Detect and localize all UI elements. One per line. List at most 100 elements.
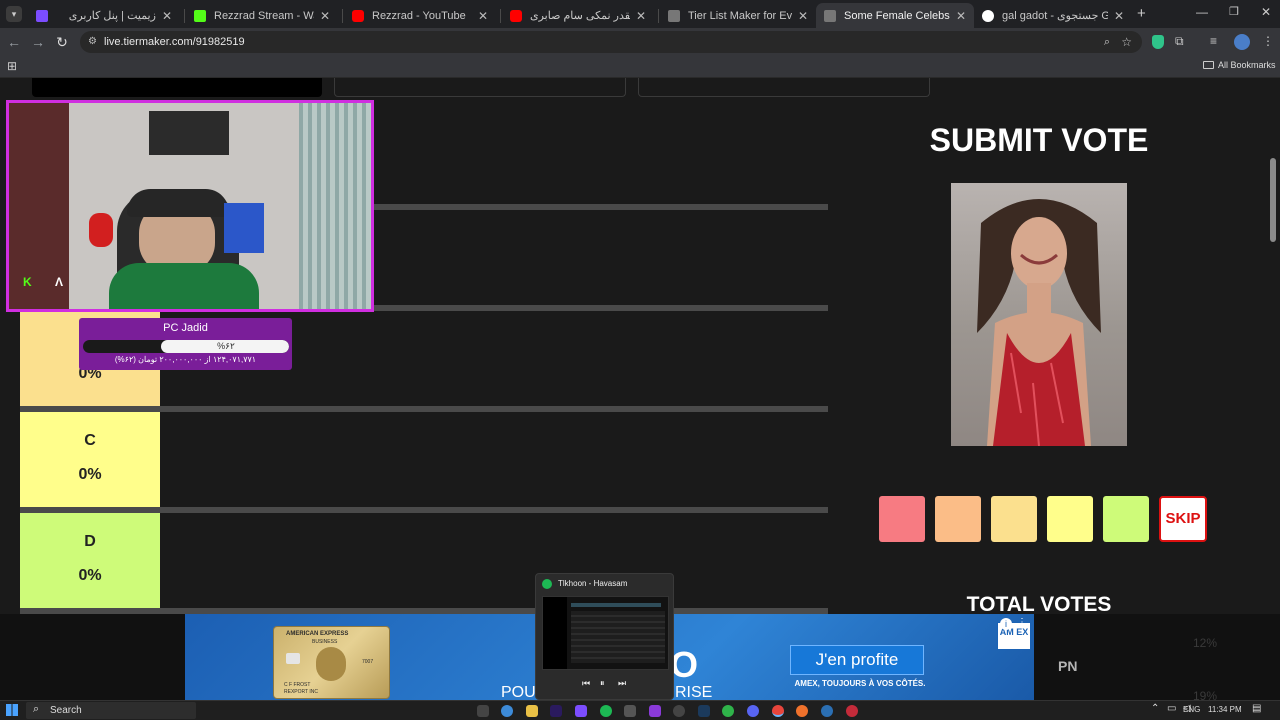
- discord-icon[interactable]: [747, 705, 759, 717]
- google-icon: [982, 9, 994, 22]
- skip-button[interactable]: SKIP: [1159, 496, 1207, 542]
- close-tab-icon[interactable]: ✕: [162, 9, 172, 23]
- reload-icon[interactable]: ↻: [53, 34, 71, 51]
- tab-google-search[interactable]: gal gadot - جستجوی Google ✕: [974, 3, 1132, 28]
- back-icon[interactable]: ←: [5, 34, 23, 50]
- media-controls-icon[interactable]: ≡: [1210, 34, 1217, 48]
- tab-strip: ▾ زیمیت | پنل کاربری ✕ Rezzrad Stream - …: [0, 0, 1280, 28]
- tab-some-female-celebs[interactable]: Some Female Celebs ✕: [816, 3, 974, 28]
- forward-icon[interactable]: →: [29, 34, 47, 50]
- notifications-icon[interactable]: ▤: [1252, 703, 1261, 714]
- ad-menu-icon[interactable]: ⋮: [1017, 617, 1027, 628]
- file-explorer-icon[interactable]: [526, 705, 538, 717]
- menu-kebab-icon[interactable]: ⋮: [1262, 34, 1274, 48]
- restore-window-icon[interactable]: ❐: [1229, 5, 1239, 18]
- all-bookmarks-label: All Bookmarks: [1218, 60, 1276, 70]
- spotify-taskbar-icon[interactable]: [600, 705, 612, 717]
- top-control-middle[interactable]: [334, 78, 626, 97]
- taskbar-app-icon[interactable]: [722, 705, 734, 717]
- extension-shield-icon[interactable]: [1152, 35, 1164, 49]
- top-control-right[interactable]: [638, 78, 930, 97]
- apps-grid-icon[interactable]: ⊞: [7, 59, 17, 73]
- vote-button-c[interactable]: [1047, 496, 1093, 542]
- kick-icon: [194, 9, 206, 22]
- rezzrad-app-icon[interactable]: [575, 705, 587, 717]
- tab-tiermaker[interactable]: Tier List Maker for Everything - ✕: [660, 3, 816, 28]
- taskbar-app-icon[interactable]: [501, 705, 513, 717]
- ad-big-letter: O: [670, 644, 699, 685]
- start-button-icon[interactable]: [6, 704, 18, 716]
- vote-panel: SUBMIT VOTE SKIP TOTAL VOTES: [840, 98, 1250, 614]
- clock-time[interactable]: 11:34 PM: [1208, 705, 1242, 714]
- site-info-icon[interactable]: ⚙: [88, 31, 97, 53]
- zoom-icon[interactable]: ⌕: [1104, 31, 1110, 53]
- all-bookmarks-button[interactable]: All Bookmarks: [1203, 60, 1276, 70]
- tab-youtube-video[interactable]: تو چقدر نمکی سام صابری - Tube ✕: [502, 3, 654, 28]
- vote-button-b[interactable]: [991, 496, 1037, 542]
- top-control-left[interactable]: [32, 78, 322, 97]
- tab-title: Rezzrad - YouTube: [372, 9, 466, 22]
- tiermaker-icon: [824, 9, 836, 22]
- ad-info-icon[interactable]: i: [1000, 618, 1012, 630]
- tab-rezzrad-youtube[interactable]: Rezzrad - YouTube ✕: [344, 3, 496, 28]
- card-line1: AMERICAN EXPRESS: [286, 631, 349, 637]
- pause-icon[interactable]: ⏸: [600, 678, 605, 689]
- ad-tagline: AMEX, TOUJOURS À VOS CÔTÉS.: [794, 679, 926, 688]
- tier-percent: 0%: [78, 567, 102, 584]
- page-scrollbar[interactable]: [1270, 158, 1276, 242]
- language-indicator[interactable]: ENG: [1183, 705, 1200, 714]
- close-tab-icon[interactable]: ✕: [478, 9, 488, 23]
- spotify-preview-popup[interactable]: Tlkhoon - Havasam ⏮ ⏸ ⏭: [535, 573, 674, 700]
- firefox-icon[interactable]: [796, 705, 808, 717]
- close-tab-icon[interactable]: ✕: [636, 9, 646, 23]
- right-row-label: PN: [1058, 658, 1078, 674]
- tab-title: زیمیت | پنل کاربری: [68, 10, 156, 22]
- taskbar-app-icon[interactable]: [477, 705, 489, 717]
- close-window-icon[interactable]: ✕: [1261, 5, 1271, 19]
- card-centurion-icon: [316, 647, 346, 681]
- tab-zimit[interactable]: زیمیت | پنل کاربری ✕: [28, 3, 180, 28]
- zimit-icon: [36, 9, 48, 22]
- extensions-icon[interactable]: ⧉: [1175, 34, 1184, 49]
- network-icon[interactable]: ▭: [1167, 703, 1176, 714]
- minimize-window-icon[interactable]: —: [1196, 5, 1208, 19]
- tab-title: Tier List Maker for Everything -: [688, 9, 792, 22]
- url-text: live.tiermaker.com/91982519: [104, 36, 245, 48]
- chrome-icon[interactable]: [772, 705, 784, 717]
- ad-cta-button[interactable]: J'en profite: [790, 645, 924, 675]
- card-number: 7007: [362, 659, 374, 665]
- taskbar-app-icon[interactable]: [624, 705, 636, 717]
- profile-avatar[interactable]: [1234, 34, 1250, 50]
- close-tab-icon[interactable]: ✕: [798, 9, 808, 23]
- taskbar-app-icon[interactable]: [673, 705, 685, 717]
- kick-logo-icon: K: [23, 275, 32, 289]
- goal-title: PC Jadid: [163, 322, 208, 334]
- spotify-window-title: Tlkhoon - Havasam: [558, 579, 628, 588]
- taskbar-search-box[interactable]: ⌕ Search: [26, 702, 196, 719]
- close-tab-icon[interactable]: ✕: [956, 9, 966, 23]
- close-tab-icon[interactable]: ✕: [320, 9, 330, 23]
- previous-track-icon[interactable]: ⏮: [582, 678, 590, 689]
- taskbar-app-icon[interactable]: [821, 705, 833, 717]
- tier-row-d: D 0%: [20, 513, 828, 608]
- ad-left-text: POU: [501, 684, 536, 700]
- vote-button-d[interactable]: [1103, 496, 1149, 542]
- windows-taskbar: ⌕ Search ⌃ ▭ ◁ ENG 11:34 PM ▤: [0, 700, 1280, 720]
- tab-title: gal gadot - جستجوی Google: [1002, 10, 1108, 22]
- bookmark-star-icon[interactable]: ☆: [1121, 31, 1132, 53]
- new-tab-button[interactable]: +: [1137, 5, 1146, 22]
- premiere-icon[interactable]: [550, 705, 562, 717]
- address-bar[interactable]: ⚙ live.tiermaker.com/91982519 ⌕ ☆: [80, 31, 1142, 53]
- tier-row-c: C 0%: [20, 412, 828, 507]
- vote-button-a[interactable]: [935, 496, 981, 542]
- next-track-icon[interactable]: ⏭: [618, 678, 626, 689]
- steam-icon[interactable]: [698, 705, 710, 717]
- tab-rezzrad-stream[interactable]: Rezzrad Stream - Watch Live on ✕: [186, 3, 338, 28]
- tab-search-button[interactable]: ▾: [6, 6, 22, 22]
- show-hidden-icons-icon[interactable]: ⌃: [1151, 703, 1159, 714]
- vote-button-s[interactable]: [879, 496, 925, 542]
- close-tab-icon[interactable]: ✕: [1114, 9, 1124, 23]
- taskbar-app-icon[interactable]: [649, 705, 661, 717]
- card-line2: BUSINESS: [312, 639, 338, 645]
- taskbar-app-icon[interactable]: [846, 705, 858, 717]
